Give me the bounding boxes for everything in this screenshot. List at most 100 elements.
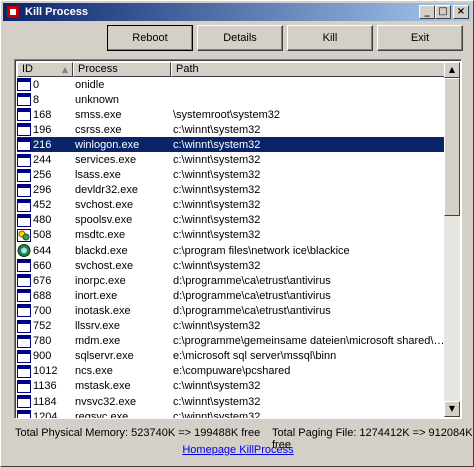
table-row[interactable]: 508 msdtc.exe c:\winnt\system32	[17, 228, 446, 243]
row-process-name: mdm.exe	[75, 335, 121, 348]
table-row[interactable]: 196 csrss.exe c:\winnt\system32	[17, 122, 446, 137]
minimize-button[interactable]: _	[419, 5, 435, 19]
row-id: 168	[33, 108, 52, 121]
row-path: c:\program files\network ice\blackice	[173, 244, 350, 257]
row-id: 660	[33, 259, 52, 272]
row-id: 1204	[33, 410, 58, 419]
column-header-process[interactable]: Process	[73, 62, 171, 77]
row-id-cell: 780	[17, 334, 73, 348]
window-icon	[17, 123, 31, 137]
row-path: c:\winnt\system32	[173, 123, 261, 136]
row-id: 688	[33, 289, 52, 302]
row-process-name: sqlservr.exe	[75, 350, 134, 363]
column-header-path[interactable]: Path	[171, 62, 446, 77]
row-id-cell: 660	[17, 259, 73, 273]
row-path: c:\winnt\system32	[173, 410, 261, 419]
row-path: c:\winnt\system32	[173, 169, 261, 182]
table-row[interactable]: 1184 nvsvc32.exe c:\winnt\system32	[17, 394, 446, 409]
table-row[interactable]: 644 blackd.exe c:\program files\network ic…	[17, 243, 446, 258]
table-row[interactable]: 780 mdm.exe c:\programme\gemeinsame dateie…	[17, 334, 446, 349]
homepage-link[interactable]: Homepage KillProcess	[1, 444, 474, 456]
row-id-cell: 168	[17, 108, 73, 122]
reboot-button[interactable]: Reboot	[107, 25, 193, 51]
process-rows: 0 onidle 8 unknown 168 smss.exe \systemroot\sy…	[17, 77, 446, 419]
row-path: e:\compuware\pcshared	[173, 365, 291, 378]
window-icon	[17, 198, 31, 212]
table-row[interactable]: 1012 ncs.exe e:\compuware\pcshared	[17, 364, 446, 379]
scroll-down-button[interactable]: ▼	[444, 401, 460, 417]
table-row[interactable]: 8 unknown	[17, 92, 446, 107]
row-path: c:\winnt\system32	[173, 184, 261, 197]
row-id: 1184	[33, 395, 57, 408]
row-process-name: regsvc.exe	[75, 410, 129, 419]
table-row[interactable]: 700 inotask.exe d:\programme\ca\etrust\ant…	[17, 303, 446, 318]
row-id-cell: 1136	[17, 379, 73, 393]
exit-button[interactable]: Exit	[377, 25, 463, 51]
row-process-name: services.exe	[75, 154, 137, 167]
row-path: c:\winnt\system32	[173, 214, 261, 227]
row-id-cell: 644	[17, 244, 73, 258]
row-id-cell: 0	[17, 78, 73, 92]
table-row[interactable]: 676 inorpc.exe d:\programme\ca\etrust\anti…	[17, 273, 446, 288]
table-row[interactable]: 480 spoolsv.exe c:\winnt\system32	[17, 213, 446, 228]
row-process-name: smss.exe	[75, 108, 122, 121]
window-icon	[17, 259, 31, 273]
kill-button[interactable]: Kill	[287, 25, 373, 51]
row-process-name: onidle	[75, 78, 105, 91]
row-process-name: csrss.exe	[75, 123, 122, 136]
row-id-cell: 244	[17, 153, 73, 167]
table-row[interactable]: 752 llssrv.exe c:\winnt\system32	[17, 319, 446, 334]
row-path: e:\microsoft sql server\mssql\binn	[173, 350, 337, 363]
window-icon	[17, 168, 31, 182]
sort-arrow-icon: ▲	[61, 65, 68, 74]
row-process-name: mstask.exe	[75, 380, 131, 393]
homepage-link-text[interactable]: Homepage KillProcess	[182, 444, 293, 456]
table-row[interactable]: 168 smss.exe \systemroot\system32	[17, 107, 446, 122]
table-row[interactable]: 216 winlogon.exe c:\winnt\system32	[17, 137, 446, 153]
row-process-name: winlogon.exe	[73, 138, 171, 151]
scroll-thumb[interactable]	[444, 78, 460, 216]
row-process-name: blackd.exe	[75, 244, 128, 257]
row-id-cell: 1184	[17, 395, 73, 409]
window-icon	[17, 153, 31, 167]
table-row[interactable]: 900 sqlservr.exe e:\microsoft sql server\m…	[17, 349, 446, 364]
column-header-id[interactable]: ID ▲	[17, 62, 73, 77]
vertical-scrollbar[interactable]: ▲ ▼	[444, 62, 460, 417]
maximize-button[interactable]: □	[435, 5, 451, 19]
window-icon	[17, 410, 31, 418]
window-icon	[17, 274, 31, 288]
row-process-name: nvsvc32.exe	[75, 395, 137, 408]
table-row[interactable]: 256 lsass.exe c:\winnt\system32	[17, 168, 446, 183]
window-icon	[17, 395, 31, 409]
toolbar: Reboot Details Kill Exit	[1, 25, 474, 53]
row-path: \systemroot\system32	[173, 108, 280, 121]
close-button[interactable]: ×	[453, 5, 469, 19]
title-bar[interactable]: Kill Process _ □ ×	[3, 3, 471, 21]
window-icon	[17, 349, 31, 363]
row-path: c:\programme\gemeinsame dateien\microsof…	[173, 335, 446, 348]
table-row[interactable]: 660 svchost.exe c:\winnt\system32	[17, 258, 446, 273]
row-path: c:\winnt\system32	[173, 320, 261, 333]
window-icon	[17, 334, 31, 348]
row-process-name: svchost.exe	[75, 199, 134, 212]
scroll-up-button[interactable]: ▲	[444, 62, 460, 78]
row-id: 244	[33, 154, 52, 167]
table-row[interactable]: 688 inort.exe d:\programme\ca\etrust\antiv…	[17, 288, 446, 303]
table-row[interactable]: 296 devldr32.exe c:\winnt\system32	[17, 183, 446, 198]
table-row[interactable]: 244 services.exe c:\winnt\system32	[17, 152, 446, 167]
details-button[interactable]: Details	[197, 25, 283, 51]
row-id-cell: 480	[17, 213, 73, 227]
process-list[interactable]: ID ▲ Process Path 0 onidle 8 unknown 168 smss…	[14, 59, 462, 419]
table-row[interactable]: 1204 regsvc.exe c:\winnt\system32	[17, 409, 446, 419]
table-row[interactable]: 0 onidle	[17, 77, 446, 92]
row-id: 780	[33, 335, 52, 348]
table-row[interactable]: 1136 mstask.exe c:\winnt\system32	[17, 379, 446, 394]
row-id: 644	[33, 244, 52, 257]
row-id: 508	[33, 229, 52, 242]
table-row[interactable]: 452 svchost.exe c:\winnt\system32	[17, 198, 446, 213]
row-id-cell: 752	[17, 319, 73, 333]
row-id-cell: 1204	[17, 410, 73, 419]
row-id-cell: 8	[17, 93, 73, 107]
row-process-name: unknown	[75, 93, 120, 106]
row-process-name: msdtc.exe	[75, 229, 126, 242]
